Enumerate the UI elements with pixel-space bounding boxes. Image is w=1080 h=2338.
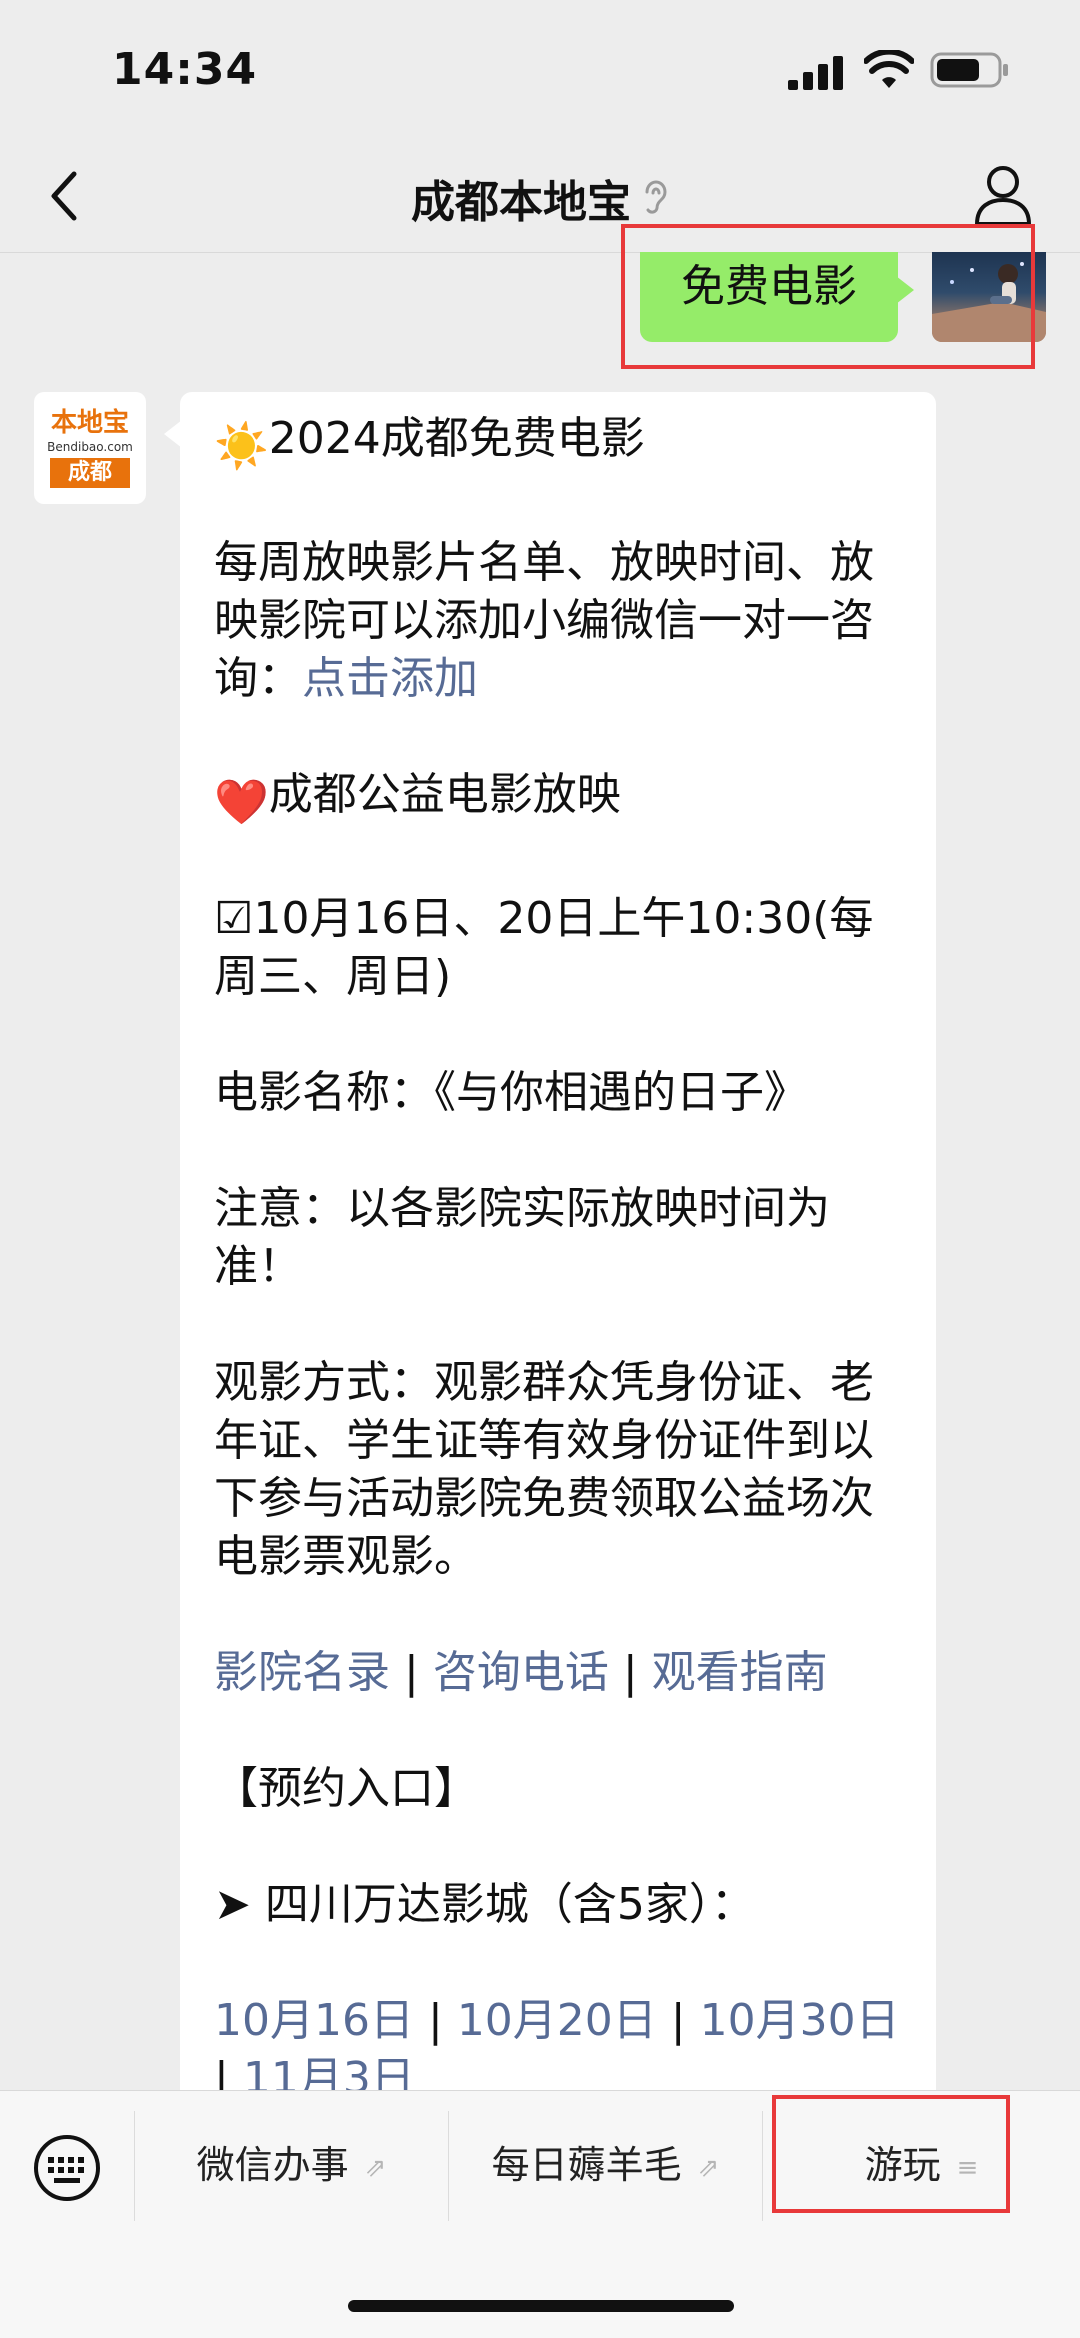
signal-icon bbox=[788, 56, 843, 90]
home-indicator bbox=[348, 2300, 734, 2312]
viewing-guide-link[interactable]: 观看指南 bbox=[652, 1647, 828, 1698]
menu-item-wechat-services[interactable]: 微信办事 ⇗ bbox=[135, 2091, 448, 2239]
menu-item-label: 微信办事 bbox=[196, 2143, 349, 2187]
highlight-box-sent-message bbox=[621, 224, 1035, 369]
date-link-1030[interactable]: 10月30日 bbox=[700, 1995, 900, 2046]
bot-avatar-domain: Bendibao.com bbox=[47, 440, 133, 454]
bot-avatar-city: 成都 bbox=[50, 458, 130, 488]
link-separator: | bbox=[670, 1995, 686, 2046]
page-title-wrap: 成都本地宝 bbox=[0, 166, 1080, 230]
heart-icon: ❤️ bbox=[214, 777, 269, 828]
link-separator: | bbox=[427, 1995, 443, 2046]
menu-item-daily-deals[interactable]: 每日薅羊毛 ⇗ bbox=[449, 2091, 762, 2239]
wifi-icon bbox=[864, 50, 914, 88]
notice-text: 注意：以各影院实际放映时间为准！ bbox=[214, 1183, 830, 1292]
status-bar: 14:34 bbox=[0, 0, 1080, 140]
message-content: ☀️2024成都免费电影 每周放映影片名单、放映时间、放映影院可以添加小编微信一… bbox=[214, 410, 914, 2166]
booking-title: 【预约入口】 bbox=[214, 1763, 478, 1814]
cinema-list-link[interactable]: 影院名录 bbox=[214, 1647, 390, 1698]
link-icon: ⇗ bbox=[697, 2153, 720, 2183]
link-separator: | bbox=[622, 1647, 638, 1698]
date-link-1016[interactable]: 10月16日 bbox=[214, 1995, 414, 2046]
status-time: 14:34 bbox=[112, 44, 258, 95]
bot-avatar-logo-text: 本地宝 bbox=[50, 408, 129, 438]
menu-item-label: 每日薅羊毛 bbox=[491, 2143, 682, 2187]
link-icon: ⇗ bbox=[364, 2153, 387, 2183]
ear-icon bbox=[645, 180, 667, 214]
highlight-box-travel-menu bbox=[772, 2095, 1010, 2213]
add-wechat-link[interactable]: 点击添加 bbox=[302, 653, 478, 704]
bot-avatar[interactable]: 本地宝 Bendibao.com 成都 bbox=[34, 392, 146, 504]
section-title: 成都公益电影放映 bbox=[268, 769, 621, 820]
movie-name: 电影名称：《与你相遇的日子》 bbox=[214, 1067, 808, 1118]
screening-schedule: ☑10月16日、20日上午10:30(每周三、周日) bbox=[214, 893, 874, 1002]
page-title: 成都本地宝 bbox=[411, 177, 631, 228]
message-heading: 2024成都免费电影 bbox=[268, 413, 645, 464]
cinema-name: ➤ 四川万达影城（含5家）： bbox=[214, 1879, 755, 1930]
hotline-link[interactable]: 咨询电话 bbox=[433, 1647, 609, 1698]
date-link-1020[interactable]: 10月20日 bbox=[457, 1995, 657, 2046]
keyboard-icon[interactable] bbox=[32, 2133, 102, 2203]
received-message-bubble: ☀️2024成都免费电影 每周放映影片名单、放映时间、放映影院可以添加小编微信一… bbox=[164, 392, 936, 2112]
viewing-method: 观影方式：观影群众凭身份证、老年证、学生证等有效身份证件到以下参与活动影院免费领… bbox=[214, 1357, 874, 1582]
link-separator: | bbox=[404, 1647, 419, 1698]
battery-icon bbox=[930, 52, 1008, 88]
profile-icon[interactable] bbox=[972, 162, 1034, 228]
sun-icon: ☀️ bbox=[214, 421, 269, 472]
